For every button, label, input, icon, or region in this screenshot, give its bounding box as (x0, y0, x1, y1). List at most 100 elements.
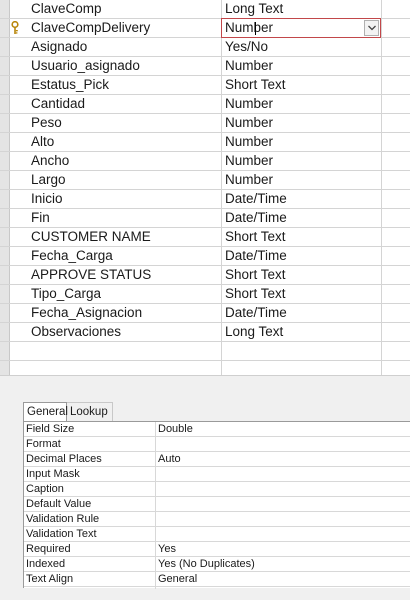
field-name-cell[interactable]: ClaveCompDelivery (31, 19, 221, 37)
property-row[interactable]: Validation Text (24, 527, 410, 542)
data-type-cell[interactable]: Short Text (225, 76, 380, 94)
row-selector[interactable] (0, 247, 10, 265)
row-selector[interactable] (0, 95, 10, 113)
data-type-cell[interactable]: Date/Time (225, 247, 380, 265)
field-row[interactable]: ClaveComp Long Text (0, 0, 410, 19)
data-type-cell[interactable] (225, 342, 380, 360)
data-type-cell[interactable]: Date/Time (225, 304, 380, 322)
property-row[interactable]: Caption (24, 482, 410, 497)
field-name-cell[interactable]: Fecha_Asignacion (31, 304, 221, 322)
data-type-cell[interactable]: Date/Time (225, 190, 380, 208)
field-name-cell[interactable]: Tipo_Carga (31, 285, 221, 303)
data-type-cell[interactable]: Number (225, 95, 380, 113)
data-type-cell[interactable]: Long Text (225, 323, 380, 341)
row-selector[interactable] (0, 76, 10, 94)
field-name-cell[interactable]: APPROVE STATUS (31, 266, 221, 284)
field-row[interactable]: Alto Number (0, 133, 410, 152)
field-row[interactable]: ClaveCompDelivery Number (0, 18, 410, 38)
field-row[interactable]: Asignado Yes/No (0, 38, 410, 57)
primary-key-icon (11, 21, 19, 34)
property-row[interactable]: Indexed Yes (No Duplicates) (24, 557, 410, 572)
property-value[interactable]: General (158, 572, 408, 586)
data-type-cell[interactable]: Short Text (225, 266, 380, 284)
data-type-cell[interactable]: Long Text (225, 0, 380, 18)
field-name-cell[interactable] (31, 342, 221, 360)
property-row[interactable]: Format (24, 437, 410, 452)
data-type-cell[interactable]: Number (225, 171, 380, 189)
row-selector[interactable] (0, 0, 10, 18)
row-selector[interactable] (0, 285, 10, 303)
dropdown-button[interactable] (364, 20, 379, 36)
property-row[interactable]: Validation Rule (24, 512, 410, 527)
field-row[interactable]: Fin Date/Time (0, 209, 410, 228)
field-row[interactable]: Peso Number (0, 114, 410, 133)
data-type-cell[interactable]: Date/Time (225, 209, 380, 227)
field-name-cell[interactable]: Fecha_Carga (31, 247, 221, 265)
property-row[interactable]: Default Value (24, 497, 410, 512)
field-name-cell[interactable]: CUSTOMER NAME (31, 228, 221, 246)
field-name-cell[interactable]: Usuario_asignado (31, 57, 221, 75)
tab-general[interactable]: General (23, 402, 68, 422)
field-row[interactable]: Usuario_asignado Number (0, 57, 410, 76)
field-name-cell[interactable]: Estatus_Pick (31, 76, 221, 94)
row-selector[interactable] (0, 190, 10, 208)
property-row[interactable]: Required Yes (24, 542, 410, 557)
field-row[interactable]: Observaciones Long Text (0, 323, 410, 342)
row-selector[interactable] (0, 133, 10, 151)
property-row[interactable]: Decimal Places Auto (24, 452, 410, 467)
field-name-cell[interactable]: Asignado (31, 38, 221, 56)
property-row[interactable]: Field Size Double (24, 422, 410, 437)
field-row[interactable]: APPROVE STATUS Short Text (0, 266, 410, 285)
row-selector[interactable] (0, 266, 10, 284)
field-row[interactable]: Fecha_Asignacion Date/Time (0, 304, 410, 323)
field-name-cell[interactable]: Alto (31, 133, 221, 151)
row-selector[interactable] (0, 19, 10, 37)
row-selector[interactable] (0, 323, 10, 341)
data-type-cell[interactable]: Number (225, 133, 380, 151)
text-caret (255, 22, 256, 35)
data-type-cell[interactable]: Number (225, 57, 380, 75)
row-selector[interactable] (0, 152, 10, 170)
row-selector[interactable] (0, 171, 10, 189)
data-type-cell[interactable]: Short Text (225, 285, 380, 303)
field-row[interactable]: Fecha_Carga Date/Time (0, 247, 410, 266)
row-selector[interactable] (0, 228, 10, 246)
field-name-cell[interactable]: Ancho (31, 152, 221, 170)
row-selector[interactable] (0, 304, 10, 322)
row-selector[interactable] (0, 57, 10, 75)
field-row[interactable]: Ancho Number (0, 152, 410, 171)
field-row[interactable]: Cantidad Number (0, 95, 410, 114)
field-row[interactable] (0, 342, 410, 361)
property-sheet: Field Size Double Format Decimal Places Auto… (23, 421, 410, 589)
row-selector[interactable] (0, 209, 10, 227)
tab-lookup[interactable]: Lookup (67, 402, 113, 421)
field-name-cell[interactable]: Peso (31, 114, 221, 132)
property-value[interactable]: Yes (No Duplicates) (158, 557, 408, 571)
field-row[interactable]: Estatus_Pick Short Text (0, 76, 410, 95)
data-type-cell[interactable]: Short Text (225, 228, 380, 246)
property-row[interactable]: Text Align General (24, 572, 410, 587)
data-type-cell[interactable]: Number (225, 114, 380, 132)
property-row[interactable]: Input Mask (24, 467, 410, 482)
data-type-combobox[interactable]: Number (221, 18, 381, 38)
data-type-cell[interactable]: Number (225, 152, 380, 170)
property-label: Caption (26, 483, 64, 495)
data-type-cell[interactable]: Yes/No (225, 38, 380, 56)
property-value[interactable]: Double (158, 422, 408, 436)
property-value[interactable]: Auto (158, 452, 408, 466)
row-selector[interactable] (0, 38, 10, 56)
field-row[interactable]: Tipo_Carga Short Text (0, 285, 410, 304)
row-selector[interactable] (0, 342, 10, 360)
field-name-cell[interactable]: Largo (31, 171, 221, 189)
field-row[interactable]: Largo Number (0, 171, 410, 190)
field-name-cell[interactable]: ClaveComp (31, 0, 221, 18)
row-selector[interactable] (0, 114, 10, 132)
property-label: Required (26, 543, 71, 555)
field-row[interactable]: Inicio Date/Time (0, 190, 410, 209)
property-value[interactable]: Yes (158, 542, 408, 556)
field-name-cell[interactable]: Fin (31, 209, 221, 227)
field-name-cell[interactable]: Observaciones (31, 323, 221, 341)
field-name-cell[interactable]: Inicio (31, 190, 221, 208)
field-row[interactable]: CUSTOMER NAME Short Text (0, 228, 410, 247)
field-name-cell[interactable]: Cantidad (31, 95, 221, 113)
